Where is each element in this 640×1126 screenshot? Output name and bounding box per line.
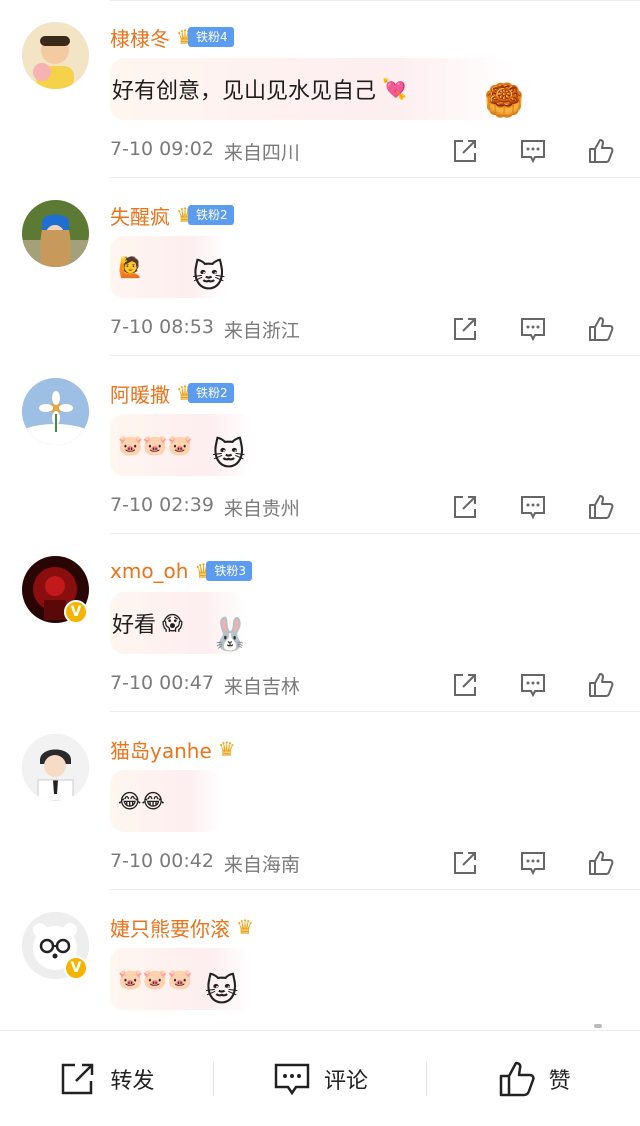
- comment-item: 失醒疯 ♛ 铁粉2 🙋 🐱 7-10 08:53 来自浙江: [0, 178, 640, 356]
- like-icon[interactable]: [586, 670, 616, 700]
- comment-location: 来自海南: [223, 854, 300, 876]
- reply-icon[interactable]: [518, 314, 548, 344]
- comment-location: 来自浙江: [223, 320, 300, 342]
- reply-icon[interactable]: [518, 670, 548, 700]
- reply-icon[interactable]: [518, 848, 548, 878]
- comment-location: 来自吉林: [223, 676, 300, 698]
- avatar[interactable]: [22, 22, 89, 89]
- reply-icon[interactable]: [518, 492, 548, 522]
- share-icon[interactable]: [450, 670, 480, 700]
- repost-label: 转发: [110, 1068, 155, 1094]
- share-icon[interactable]: [450, 492, 480, 522]
- crown-icon: ♛: [217, 737, 236, 761]
- comment-time: 7-10 09:02: [110, 138, 214, 160]
- comment-time: 7-10 00:47: [110, 672, 214, 694]
- waving-emoji: 🙋: [118, 255, 143, 279]
- like-icon[interactable]: [586, 136, 616, 166]
- comment-button[interactable]: 评论: [214, 1031, 427, 1126]
- username[interactable]: 阿暖撒: [110, 379, 170, 408]
- comment-text: 好有创意，见山见水见自己: [112, 79, 377, 104]
- comment-location: 来自贵州: [223, 498, 300, 520]
- username[interactable]: 棣棣冬: [110, 23, 170, 52]
- mooncake-sticker: 🥮: [484, 81, 524, 119]
- comment-item: 阿暖撒 ♛ 铁粉2 🐷🐷🐷 🐱 7-10 02:39 来自贵州: [0, 356, 640, 534]
- crown-icon: ♛: [236, 915, 254, 939]
- username[interactable]: 失醒疯: [110, 201, 170, 230]
- repost-button[interactable]: 转发: [0, 1031, 213, 1126]
- avatar[interactable]: [22, 734, 89, 801]
- avatar[interactable]: [22, 378, 89, 445]
- cat-sticker: 🐱: [192, 257, 226, 295]
- comment-location: 来自四川: [223, 142, 300, 164]
- avatar[interactable]: [22, 200, 89, 267]
- share-icon[interactable]: [450, 848, 480, 878]
- comment-item: 猫岛yanhe ♛ 😂😂 7-10 00:42 来自海南: [0, 712, 640, 890]
- verified-badge: V: [64, 600, 88, 624]
- username[interactable]: xmo_oh: [110, 559, 188, 583]
- username[interactable]: 婕只熊要你滚: [110, 913, 230, 942]
- reply-icon[interactable]: [518, 136, 548, 166]
- bottom-action-bar: 转发 评论 赞: [0, 1030, 640, 1126]
- fan-badge[interactable]: 铁粉4: [187, 27, 234, 47]
- comment-bubble: 好有创意，见山见水见自己 💘: [110, 58, 514, 120]
- like-icon[interactable]: [586, 492, 616, 522]
- comment-item: 棣棣冬 ♛ 铁粉4 好有创意，见山见水见自己 💘 🥮 7-10 09:02 来自…: [0, 0, 640, 178]
- repost-icon: [58, 1059, 98, 1099]
- heart-emoji: 💘: [382, 77, 407, 101]
- comment-list: 棣棣冬 ♛ 铁粉4 好有创意，见山见水见自己 💘 🥮 7-10 09:02 来自…: [0, 0, 640, 1068]
- comment-label: 评论: [324, 1068, 369, 1094]
- pig-emoji: 🐷🐷🐷: [118, 433, 193, 457]
- share-icon[interactable]: [450, 136, 480, 166]
- thumbs-up-icon: [497, 1059, 537, 1099]
- comment-item: V xmo_oh ♛ 铁粉3 好看 😱 🐰 7-10 00:47 来自吉林: [0, 534, 640, 712]
- comment-time: 7-10 00:42: [110, 850, 214, 872]
- pig-emoji: 🐷🐷🐷: [118, 967, 193, 991]
- verified-badge: V: [64, 956, 88, 980]
- comment-bubble: 😂😂: [110, 770, 222, 832]
- username[interactable]: 猫岛yanhe: [110, 735, 212, 764]
- comment-text: 好看: [112, 613, 157, 638]
- screaming-emoji: 😱: [162, 611, 183, 635]
- like-button[interactable]: 赞: [427, 1031, 640, 1126]
- fan-badge[interactable]: 铁粉3: [206, 561, 253, 581]
- fan-badge[interactable]: 铁粉2: [187, 205, 234, 225]
- like-label: 赞: [548, 1068, 571, 1094]
- laughing-emoji: 😂😂: [118, 789, 165, 813]
- like-icon[interactable]: [586, 314, 616, 344]
- share-icon[interactable]: [450, 314, 480, 344]
- comment-icon: [272, 1059, 312, 1099]
- cat-sticker: 🐱: [205, 971, 239, 1009]
- comment-time: 7-10 08:53: [110, 316, 214, 338]
- scroll-indicator: [594, 1024, 602, 1028]
- like-icon[interactable]: [586, 848, 616, 878]
- bunny-sticker: 🐰: [210, 615, 250, 653]
- comment-time: 7-10 02:39: [110, 494, 214, 516]
- cat-sticker: 🐱: [212, 435, 246, 473]
- fan-badge[interactable]: 铁粉2: [187, 383, 234, 403]
